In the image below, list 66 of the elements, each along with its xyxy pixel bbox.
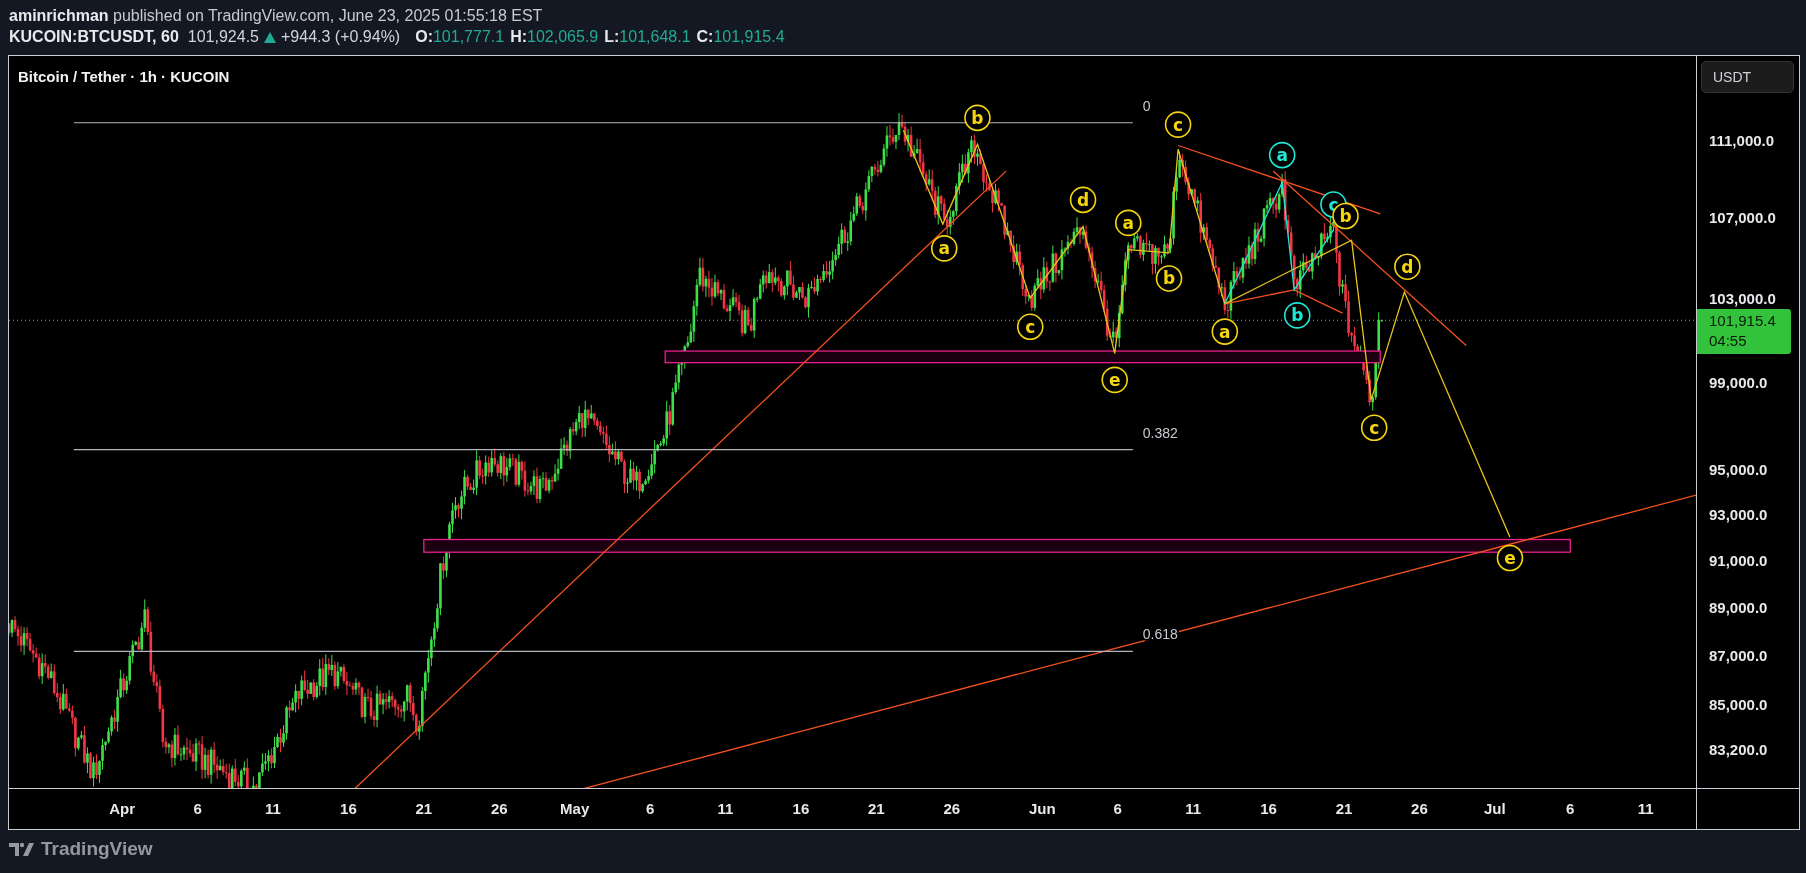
wave-label: c — [1016, 313, 1044, 341]
price-axis-label: 91,000.0 — [1709, 551, 1768, 569]
time-axis-label: 16 — [792, 800, 810, 817]
fibonacci-level-label: 0 — [1142, 97, 1151, 114]
price-axis-label: 95,000.0 — [1709, 460, 1768, 478]
time-axis-label: May — [560, 800, 590, 817]
time-axis-label: 26 — [1411, 800, 1428, 817]
brand-name: TradingView — [41, 838, 153, 860]
time-axis-label: 6 — [645, 800, 655, 817]
time-axis-label: 16 — [1260, 800, 1277, 817]
attribution-text: aminrichman published on TradingView.com, June 23, 2025 01:55:18 EST — [9, 6, 544, 26]
ohlc-label: C: — [696, 27, 714, 47]
wave-label: e — [1496, 544, 1524, 572]
time-axis-label: 26 — [943, 800, 961, 817]
ohlc-label: O: — [415, 27, 433, 47]
price-axis-label: 111,000.0 — [1709, 131, 1775, 149]
price-axis-label: 83,200.0 — [1709, 740, 1768, 758]
last-price: 101,924.5 — [187, 27, 259, 47]
fibonacci-level-label: 0.382 — [1142, 424, 1178, 441]
time-axis-label: 11 — [1637, 800, 1654, 817]
price-axis-label: 93,000.0 — [1709, 505, 1768, 523]
time-axis-label: 21 — [868, 800, 885, 817]
current-price-label: 101,915.4 — [1709, 311, 1777, 332]
ohlc-value: 102,065.9 — [527, 27, 599, 47]
price-axis-label: 89,000.0 — [1709, 598, 1768, 616]
price-axis-label: 87,000.0 — [1709, 646, 1768, 664]
wave-label: c — [1360, 414, 1388, 442]
wave-label: c — [1164, 111, 1192, 138]
ohlc-label: L: — [604, 27, 620, 47]
time-axis-label: Jun — [1029, 800, 1056, 817]
time-axis-label: 26 — [490, 800, 508, 817]
currency-button[interactable]: USDT — [1701, 61, 1794, 93]
wave-label: a — [1211, 318, 1239, 345]
time-axis-label: Jul — [1484, 800, 1506, 817]
time-axis-label: 11 — [1185, 800, 1202, 817]
time-axis-label: 6 — [1113, 800, 1122, 817]
time-axis-label: 21 — [1335, 800, 1353, 817]
time-axis-label: 11 — [717, 800, 734, 817]
price-axis-label: 107,000.0 — [1709, 208, 1776, 226]
wave-label: b — [1155, 265, 1183, 292]
time-axis-label: Apr — [109, 800, 136, 817]
time-axis-label: 6 — [193, 800, 202, 817]
time-axis-label: 16 — [340, 800, 357, 817]
price-axis-label: 85,000.0 — [1709, 695, 1768, 713]
time-axis-label: 6 — [1566, 800, 1575, 817]
time-axis-label: 11 — [265, 800, 281, 817]
countdown-label: 04:55 — [1709, 331, 1748, 352]
ohlc-value: 101,915.4 — [713, 27, 785, 47]
wave-label: b — [964, 104, 991, 132]
wave-label: d — [1069, 186, 1097, 214]
wave-label: a — [930, 235, 958, 262]
brand-logo-icon — [9, 841, 35, 857]
wave-label: d — [1394, 253, 1421, 280]
price-change: +944.3 (+0.94%) — [281, 27, 401, 47]
wave-label: a — [1115, 209, 1142, 237]
price-axis-label: 99,000.0 — [1709, 373, 1768, 391]
wave-label: a — [1268, 141, 1296, 169]
chart-title: Bitcoin / Tether · 1h · KUCOIN — [18, 68, 230, 85]
ohlc-value: 101,648.1 — [619, 27, 691, 47]
price-axis-label: 103,000.0 — [1709, 289, 1776, 307]
ohlc-label: H: — [510, 27, 528, 47]
wave-label: e — [1101, 366, 1128, 394]
ohlc-value: 101,777.1 — [432, 27, 505, 47]
symbol-label: KUCOIN:BTCUSDT, 60 — [9, 27, 179, 47]
time-axis-label: 21 — [415, 800, 433, 817]
wave-label: b — [1283, 302, 1311, 329]
